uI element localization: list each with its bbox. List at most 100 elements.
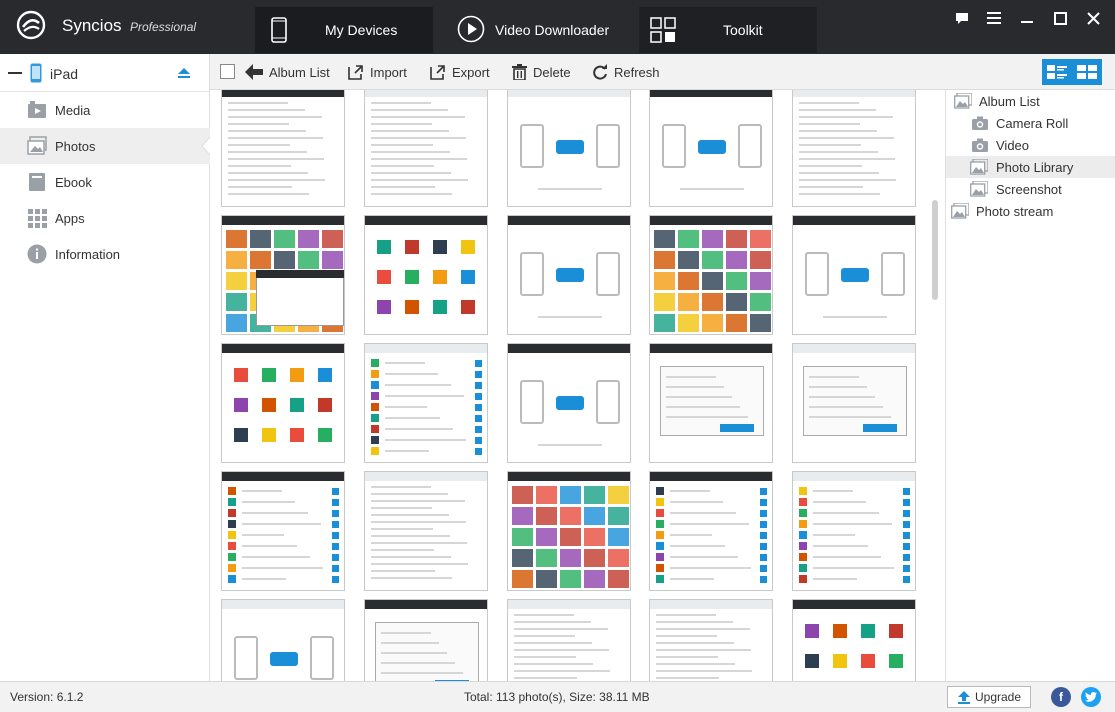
camera-icon [972, 138, 988, 152]
photo-thumbnail[interactable] [507, 599, 631, 681]
album-item-screenshot[interactable]: Screenshot [946, 178, 1115, 200]
photo-thumbnail[interactable] [364, 471, 488, 591]
screenshot-icon [970, 181, 988, 197]
photo-thumbnail[interactable] [507, 90, 631, 207]
twitter-icon[interactable] [1081, 687, 1101, 707]
device-selector[interactable]: iPad [0, 54, 210, 92]
album-item-video[interactable]: Video [946, 134, 1115, 156]
sidebar-item-label: Photos [55, 138, 96, 154]
upgrade-label: Upgrade [974, 690, 1022, 704]
sidebar-item-label: Apps [55, 210, 85, 226]
sidebar: iPad Media Photos Ebook Apps Information [0, 54, 211, 681]
upgrade-button[interactable]: Upgrade [947, 686, 1031, 708]
export-icon [430, 65, 445, 80]
photo-stream-icon [951, 203, 969, 219]
app-edition: Professional [130, 20, 197, 34]
photo-thumbnail[interactable] [649, 343, 773, 463]
photo-thumbnail[interactable] [364, 343, 488, 463]
photo-thumbnail[interactable] [221, 90, 345, 207]
photo-thumbnail[interactable] [792, 599, 916, 681]
play-icon [457, 15, 485, 43]
sidebar-item-information[interactable]: Information [0, 236, 210, 272]
photo-thumbnail[interactable] [792, 471, 916, 591]
export-button[interactable]: Export [430, 62, 490, 82]
syncios-window: Syncios Professional My Devices Video Do… [0, 0, 1115, 712]
grid-view-icon [1077, 65, 1097, 79]
tab-my-devices[interactable]: My Devices [255, 7, 433, 53]
sidebar-item-photos[interactable]: Photos [0, 128, 211, 164]
album-list-button[interactable]: Album List [245, 62, 330, 82]
close-icon[interactable] [1083, 8, 1103, 28]
list-view-toggle[interactable] [1042, 59, 1072, 85]
tab-video-downloader[interactable]: Video Downloader [445, 7, 635, 53]
photo-thumbnail[interactable] [364, 90, 488, 207]
photo-thumbnail[interactable] [507, 471, 631, 591]
album-panel: Album List Camera Roll Video Photo Libra… [945, 90, 1115, 681]
title-bar: Syncios Professional My Devices Video Do… [0, 0, 1115, 54]
upload-icon [957, 690, 970, 704]
chat-icon[interactable] [952, 8, 972, 28]
export-label: Export [452, 64, 490, 80]
menu-icon[interactable] [984, 8, 1004, 28]
photo-thumbnail[interactable] [507, 343, 631, 463]
grid-view-toggle[interactable] [1072, 59, 1102, 85]
list-view-icon [1047, 65, 1067, 79]
sidebar-item-label: Ebook [55, 174, 92, 190]
total-photos-text: Total: 113 photo(s), Size: 38.11 MB [464, 690, 650, 704]
photo-thumbnail[interactable] [221, 215, 345, 335]
photo-thumbnail[interactable] [792, 90, 916, 207]
sidebar-item-media[interactable]: Media [0, 92, 210, 128]
grid-scrollbar[interactable] [932, 200, 938, 300]
delete-label: Delete [533, 64, 571, 80]
select-all-checkbox[interactable] [220, 64, 235, 79]
photo-thumbnail[interactable] [221, 599, 345, 681]
back-arrow-icon [245, 64, 263, 80]
ipad-icon [30, 63, 42, 83]
info-icon [27, 244, 47, 264]
album-label: Photo stream [976, 203, 1054, 219]
tab-toolkit[interactable]: Toolkit [639, 7, 817, 53]
facebook-icon[interactable]: f [1051, 687, 1071, 707]
sidebar-item-label: Media [55, 102, 91, 118]
album-label: Screenshot [996, 181, 1062, 197]
sidebar-item-apps[interactable]: Apps [0, 200, 210, 236]
photo-thumbnail[interactable] [221, 343, 345, 463]
photo-thumbnail[interactable] [649, 599, 773, 681]
device-name: iPad [50, 66, 79, 82]
album-list-label: Album List [269, 64, 330, 80]
photo-thumbnail[interactable] [364, 599, 488, 681]
photo-library-icon [970, 159, 988, 175]
tab-label: My Devices [325, 22, 398, 38]
album-item-camera-roll[interactable]: Camera Roll [946, 112, 1115, 134]
photo-thumbnail[interactable] [649, 471, 773, 591]
photo-thumbnail[interactable] [649, 215, 773, 335]
app-name: Syncios [62, 16, 122, 35]
photo-thumbnail[interactable] [364, 215, 488, 335]
album-label: Photo Library [996, 159, 1074, 175]
tab-label: Video Downloader [495, 22, 610, 38]
photo-thumbnail[interactable] [792, 215, 916, 335]
photo-thumbnail[interactable] [649, 90, 773, 207]
photos-icon [27, 136, 47, 155]
photo-thumbnail[interactable] [507, 215, 631, 335]
photo-thumbnail[interactable] [792, 343, 916, 463]
version-text: Version: 6.1.2 [10, 690, 84, 704]
photo-grid [210, 90, 945, 681]
refresh-label: Refresh [614, 64, 660, 80]
delete-button[interactable]: Delete [512, 62, 571, 82]
album-label: Camera Roll [996, 115, 1069, 131]
status-bar: Version: 6.1.2 Total: 113 photo(s), Size… [0, 681, 1115, 712]
photo-thumbnail[interactable] [221, 471, 345, 591]
import-button[interactable]: Import [348, 62, 407, 82]
sidebar-item-ebook[interactable]: Ebook [0, 164, 210, 200]
album-item-photo-stream[interactable]: Photo stream [946, 200, 1115, 222]
collapse-icon[interactable] [8, 72, 22, 74]
sidebar-item-label: Information [55, 246, 121, 262]
eject-icon[interactable] [178, 68, 190, 78]
album-item-photo-library[interactable]: Photo Library [946, 156, 1115, 178]
refresh-button[interactable]: Refresh [592, 62, 660, 82]
minimize-icon[interactable] [1017, 8, 1037, 28]
maximize-icon[interactable] [1050, 8, 1070, 28]
album-item-album-list[interactable]: Album List [946, 90, 1115, 112]
phone-icon [271, 17, 287, 43]
